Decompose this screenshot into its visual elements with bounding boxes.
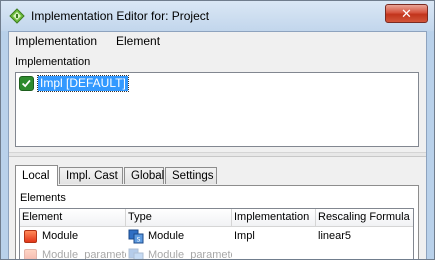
close-icon: ✕: [401, 6, 412, 21]
table-row[interactable]: Module S Module Impl linear5: [20, 227, 413, 245]
close-button[interactable]: ✕: [385, 4, 428, 23]
column-header-element[interactable]: Element: [20, 209, 126, 226]
module-type-icon: [128, 248, 144, 259]
menu-implementation[interactable]: Implementation: [12, 34, 100, 48]
cell-element: Module: [42, 230, 79, 242]
cell-element: Module_parameter: [42, 249, 126, 260]
implementation-editor-window: Implementation Editor for: Project ✕ Imp…: [0, 0, 435, 260]
title-bar[interactable]: Implementation Editor for: Project ✕: [1, 1, 434, 31]
cell-rescaling-formula[interactable]: [318, 246, 413, 259]
splitter-handle[interactable]: [9, 152, 426, 157]
app-icon: [9, 8, 25, 24]
table-row[interactable]: Module_parameter Module_parameter: [20, 246, 413, 260]
column-header-rescaling-formula[interactable]: Rescaling Formula: [316, 209, 413, 226]
module-type-icon: S: [128, 229, 144, 244]
tab-global[interactable]: Global: [124, 167, 164, 184]
column-header-implementation[interactable]: Implementation: [232, 209, 316, 226]
menu-bar: Implementation Element: [9, 32, 426, 51]
tab-local[interactable]: Local: [15, 165, 58, 186]
column-header-type[interactable]: Type: [126, 209, 232, 226]
check-icon[interactable]: [19, 76, 34, 91]
module-icon: [24, 230, 37, 243]
elements-label: Elements: [20, 192, 66, 204]
table-header: Element Type Implementation Rescaling Fo…: [20, 209, 413, 227]
cell-rescaling-formula[interactable]: linear5: [318, 227, 413, 245]
cell-type: Module_parameter: [148, 249, 232, 260]
implementation-list[interactable]: Impl [DEFAULT]: [15, 72, 419, 147]
client-area: Implementation Element Implementation Im…: [8, 31, 427, 260]
cell-implementation[interactable]: [234, 246, 314, 259]
cell-implementation[interactable]: Impl: [234, 227, 314, 245]
cell-type: Module: [148, 230, 185, 242]
tab-panel-local: Elements Element Type Implementation Res…: [15, 185, 419, 260]
tab-settings[interactable]: Settings: [165, 167, 217, 184]
window-title: Implementation Editor for: Project: [31, 9, 210, 23]
tab-impl-cast[interactable]: Impl. Cast: [59, 167, 123, 184]
module-icon: [24, 249, 37, 259]
implementation-label: Implementation: [15, 56, 91, 68]
implementation-name[interactable]: Impl [DEFAULT]: [37, 75, 129, 92]
elements-table: Element Type Implementation Rescaling Fo…: [19, 208, 414, 260]
svg-text:S: S: [137, 237, 141, 244]
menu-element[interactable]: Element: [113, 34, 163, 48]
